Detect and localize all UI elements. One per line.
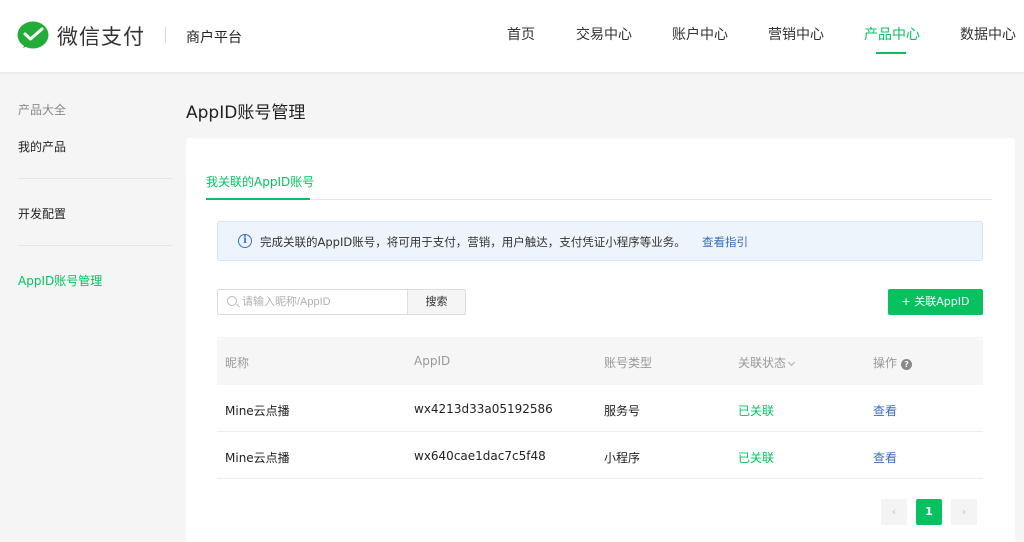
nav-item-products[interactable]: 产品中心 xyxy=(864,24,920,44)
notice-text: 完成关联的AppID账号，将可用于支付，营销，用户触达，支付凭证小程序等业务。 xyxy=(260,235,686,249)
sidebar-title: 产品大全 xyxy=(18,103,67,117)
sidebar-item-appid-management[interactable]: AppID账号管理 xyxy=(18,272,102,289)
column-header-action: 操作? xyxy=(873,354,913,371)
nav-item-transactions[interactable]: 交易中心 xyxy=(576,24,632,44)
column-header-appid: AppID xyxy=(414,354,451,368)
cell-status: 已关联 xyxy=(738,404,775,418)
view-link[interactable]: 查看 xyxy=(873,402,897,419)
nav-item-data[interactable]: 数据中心 xyxy=(960,24,1016,44)
next-page-button[interactable]: › xyxy=(951,499,977,525)
chevron-down-icon xyxy=(787,358,796,367)
appid-table: 昵称 AppID 账号类型 关联状态 操作? Mine云点播 wx4213d33… xyxy=(217,337,983,479)
column-header-type: 账号类型 xyxy=(604,356,653,370)
sidebar-divider xyxy=(18,245,172,246)
view-guide-link[interactable]: 查看指引 xyxy=(702,234,748,250)
cell-status: 已关联 xyxy=(738,451,775,465)
tab-bar-line xyxy=(206,199,992,200)
info-icon: i xyxy=(238,234,252,248)
cell-nickname: Mine云点播 xyxy=(225,404,290,418)
table-row: Mine云点播 wx4213d33a05192586 服务号 已关联 查看 xyxy=(217,385,983,432)
content-card: 我关联的AppID账号 i 完成关联的AppID账号，将可用于支付，营销，用户触… xyxy=(186,138,1015,542)
cell-type: 服务号 xyxy=(604,404,641,418)
prev-page-button[interactable]: ‹ xyxy=(881,499,907,525)
column-header-status[interactable]: 关联状态 xyxy=(738,354,796,371)
info-notice: i 完成关联的AppID账号，将可用于支付，营销，用户触达，支付凭证小程序等业务… xyxy=(217,221,983,261)
nav-active-underline xyxy=(876,52,906,54)
table-header: 昵称 AppID 账号类型 关联状态 操作? xyxy=(217,337,983,385)
page-1-button[interactable]: 1 xyxy=(916,499,942,525)
cell-appid: wx4213d33a05192586 xyxy=(414,402,553,416)
search-box[interactable] xyxy=(217,289,408,315)
table-row: Mine云点播 wx640cae1dac7c5f48 小程序 已关联 查看 xyxy=(217,432,983,479)
sidebar: 产品大全 我的产品 开发配置 AppID账号管理 xyxy=(0,74,185,542)
cell-type: 小程序 xyxy=(604,451,641,465)
main-nav: 首页 交易中心 账户中心 营销中心 产品中心 数据中心 xyxy=(0,24,1024,73)
search-input[interactable] xyxy=(242,294,402,310)
nav-item-account[interactable]: 账户中心 xyxy=(672,24,728,44)
tab-linked-appids[interactable]: 我关联的AppID账号 xyxy=(206,173,314,190)
help-icon[interactable]: ? xyxy=(901,359,913,370)
column-header-nickname: 昵称 xyxy=(225,356,250,370)
search-icon xyxy=(227,296,237,306)
nav-item-marketing[interactable]: 营销中心 xyxy=(768,24,824,44)
search-button[interactable]: 搜索 xyxy=(407,289,466,315)
sidebar-item-dev-config[interactable]: 开发配置 xyxy=(18,205,66,222)
top-header: 微信支付 商户平台 首页 交易中心 账户中心 营销中心 产品中心 数据中心 xyxy=(0,0,1024,73)
column-header-action-label: 操作 xyxy=(873,356,898,370)
column-header-status-label: 关联状态 xyxy=(738,356,787,370)
nav-item-home[interactable]: 首页 xyxy=(507,24,535,44)
sidebar-divider xyxy=(18,178,172,179)
add-appid-button[interactable]: + 关联AppID xyxy=(888,289,983,315)
page-title: AppID账号管理 xyxy=(186,103,306,123)
tab-active-underline xyxy=(206,198,310,200)
view-link[interactable]: 查看 xyxy=(873,449,897,466)
cell-nickname: Mine云点播 xyxy=(225,451,290,465)
sidebar-item-my-products[interactable]: 我的产品 xyxy=(18,138,66,155)
cell-appid: wx640cae1dac7c5f48 xyxy=(414,449,546,463)
